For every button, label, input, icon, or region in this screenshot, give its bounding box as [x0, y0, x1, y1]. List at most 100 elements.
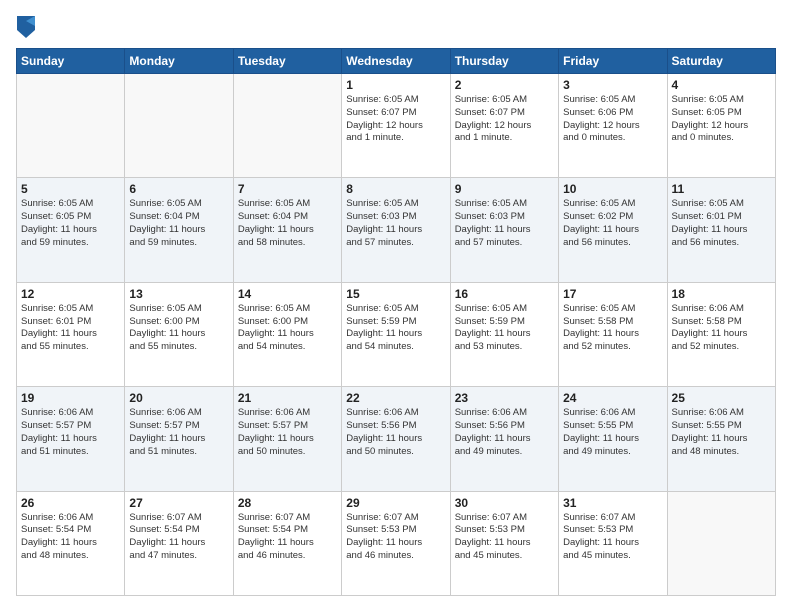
header: [16, 16, 776, 38]
day-info: Sunrise: 6:05 AMSunset: 6:03 PMDaylight:…: [346, 198, 445, 249]
day-number: 15: [346, 287, 445, 301]
day-number: 5: [21, 182, 120, 196]
calendar-cell: 5 Sunrise: 6:05 AMSunset: 6:05 PMDaylight…: [17, 178, 125, 282]
calendar-cell: 7 Sunrise: 6:05 AMSunset: 6:04 PMDaylight…: [233, 178, 341, 282]
calendar-cell: 28 Sunrise: 6:07 AMSunset: 5:54 PMDayligh…: [233, 491, 341, 595]
day-info: Sunrise: 6:06 AMSunset: 5:56 PMDaylight:…: [455, 407, 554, 458]
day-info: Sunrise: 6:05 AMSunset: 6:05 PMDaylight:…: [21, 198, 120, 249]
calendar-cell: 27 Sunrise: 6:07 AMSunset: 5:54 PMDayligh…: [125, 491, 233, 595]
day-number: 26: [21, 496, 120, 510]
calendar-cell: [125, 74, 233, 178]
day-number: 21: [238, 391, 337, 405]
calendar-week-row: 5 Sunrise: 6:05 AMSunset: 6:05 PMDaylight…: [17, 178, 776, 282]
day-info: Sunrise: 6:05 AMSunset: 5:59 PMDaylight:…: [455, 303, 554, 354]
calendar-cell: 29 Sunrise: 6:07 AMSunset: 5:53 PMDayligh…: [342, 491, 450, 595]
day-info: Sunrise: 6:06 AMSunset: 5:57 PMDaylight:…: [129, 407, 228, 458]
day-info: Sunrise: 6:07 AMSunset: 5:54 PMDaylight:…: [129, 512, 228, 563]
day-info: Sunrise: 6:05 AMSunset: 6:00 PMDaylight:…: [129, 303, 228, 354]
logo: [16, 16, 35, 38]
calendar-cell: 18Sunrise: 6:06 AMSunset: 5:58 PMDayligh…: [667, 282, 775, 386]
day-number: 20: [129, 391, 228, 405]
calendar-cell: 26 Sunrise: 6:06 AMSunset: 5:54 PMDayligh…: [17, 491, 125, 595]
day-number: 23: [455, 391, 554, 405]
day-number: 27: [129, 496, 228, 510]
calendar-week-row: 26 Sunrise: 6:06 AMSunset: 5:54 PMDayligh…: [17, 491, 776, 595]
calendar-week-row: 19 Sunrise: 6:06 AMSunset: 5:57 PMDayligh…: [17, 387, 776, 491]
calendar-cell: 21Sunrise: 6:06 AMSunset: 5:57 PMDayligh…: [233, 387, 341, 491]
calendar-cell: 13 Sunrise: 6:05 AMSunset: 6:00 PMDayligh…: [125, 282, 233, 386]
weekday-header-wednesday: Wednesday: [342, 49, 450, 74]
calendar-cell: 25 Sunrise: 6:06 AMSunset: 5:55 PMDayligh…: [667, 387, 775, 491]
weekday-header-sunday: Sunday: [17, 49, 125, 74]
calendar-cell: 1 Sunrise: 6:05 AMSunset: 6:07 PMDaylight…: [342, 74, 450, 178]
day-info: Sunrise: 6:05 AMSunset: 6:05 PMDaylight:…: [672, 94, 771, 145]
calendar-cell: [17, 74, 125, 178]
weekday-header-row: SundayMondayTuesdayWednesdayThursdayFrid…: [17, 49, 776, 74]
calendar-cell: 4 Sunrise: 6:05 AMSunset: 6:05 PMDaylight…: [667, 74, 775, 178]
day-number: 28: [238, 496, 337, 510]
day-info: Sunrise: 6:06 AMSunset: 5:57 PMDaylight:…: [21, 407, 120, 458]
calendar-cell: 3 Sunrise: 6:05 AMSunset: 6:06 PMDaylight…: [559, 74, 667, 178]
day-info: Sunrise: 6:05 AMSunset: 6:04 PMDaylight:…: [129, 198, 228, 249]
day-info: Sunrise: 6:06 AMSunset: 5:55 PMDaylight:…: [563, 407, 662, 458]
day-info: Sunrise: 6:05 AMSunset: 6:00 PMDaylight:…: [238, 303, 337, 354]
calendar-cell: 30 Sunrise: 6:07 AMSunset: 5:53 PMDayligh…: [450, 491, 558, 595]
calendar-cell: 31 Sunrise: 6:07 AMSunset: 5:53 PMDayligh…: [559, 491, 667, 595]
day-info: Sunrise: 6:05 AMSunset: 6:06 PMDaylight:…: [563, 94, 662, 145]
day-info: Sunrise: 6:05 AMSunset: 6:07 PMDaylight:…: [455, 94, 554, 145]
calendar-cell: 11 Sunrise: 6:05 AMSunset: 6:01 PMDayligh…: [667, 178, 775, 282]
day-info: Sunrise: 6:05 AMSunset: 6:07 PMDaylight:…: [346, 94, 445, 145]
day-number: 13: [129, 287, 228, 301]
day-info: Sunrise: 6:05 AMSunset: 6:01 PMDaylight:…: [672, 198, 771, 249]
day-number: 24: [563, 391, 662, 405]
day-info: Sunrise: 6:07 AMSunset: 5:53 PMDaylight:…: [563, 512, 662, 563]
calendar-cell: 14 Sunrise: 6:05 AMSunset: 6:00 PMDayligh…: [233, 282, 341, 386]
day-info: Sunrise: 6:05 AMSunset: 5:59 PMDaylight:…: [346, 303, 445, 354]
day-number: 3: [563, 78, 662, 92]
calendar-week-row: 1 Sunrise: 6:05 AMSunset: 6:07 PMDaylight…: [17, 74, 776, 178]
calendar-table: SundayMondayTuesdayWednesdayThursdayFrid…: [16, 48, 776, 596]
day-number: 6: [129, 182, 228, 196]
day-number: 7: [238, 182, 337, 196]
day-info: Sunrise: 6:07 AMSunset: 5:53 PMDaylight:…: [455, 512, 554, 563]
day-number: 14: [238, 287, 337, 301]
day-number: 30: [455, 496, 554, 510]
day-number: 2: [455, 78, 554, 92]
calendar-cell: 8 Sunrise: 6:05 AMSunset: 6:03 PMDaylight…: [342, 178, 450, 282]
day-info: Sunrise: 6:07 AMSunset: 5:54 PMDaylight:…: [238, 512, 337, 563]
calendar-cell: 6 Sunrise: 6:05 AMSunset: 6:04 PMDaylight…: [125, 178, 233, 282]
day-number: 19: [21, 391, 120, 405]
day-info: Sunrise: 6:05 AMSunset: 6:03 PMDaylight:…: [455, 198, 554, 249]
weekday-header-thursday: Thursday: [450, 49, 558, 74]
day-number: 1: [346, 78, 445, 92]
calendar-cell: [233, 74, 341, 178]
day-number: 16: [455, 287, 554, 301]
calendar-cell: 10Sunrise: 6:05 AMSunset: 6:02 PMDayligh…: [559, 178, 667, 282]
calendar-cell: 24 Sunrise: 6:06 AMSunset: 5:55 PMDayligh…: [559, 387, 667, 491]
day-number: 31: [563, 496, 662, 510]
calendar-cell: 22Sunrise: 6:06 AMSunset: 5:56 PMDayligh…: [342, 387, 450, 491]
day-info: Sunrise: 6:07 AMSunset: 5:53 PMDaylight:…: [346, 512, 445, 563]
day-number: 4: [672, 78, 771, 92]
day-number: 29: [346, 496, 445, 510]
calendar-cell: 15 Sunrise: 6:05 AMSunset: 5:59 PMDayligh…: [342, 282, 450, 386]
day-info: Sunrise: 6:06 AMSunset: 5:55 PMDaylight:…: [672, 407, 771, 458]
calendar-cell: 2 Sunrise: 6:05 AMSunset: 6:07 PMDaylight…: [450, 74, 558, 178]
day-number: 8: [346, 182, 445, 196]
day-info: Sunrise: 6:06 AMSunset: 5:54 PMDaylight:…: [21, 512, 120, 563]
weekday-header-saturday: Saturday: [667, 49, 775, 74]
calendar-cell: 9Sunrise: 6:05 AMSunset: 6:03 PMDaylight…: [450, 178, 558, 282]
day-number: 17: [563, 287, 662, 301]
day-info: Sunrise: 6:05 AMSunset: 6:04 PMDaylight:…: [238, 198, 337, 249]
day-number: 22: [346, 391, 445, 405]
day-info: Sunrise: 6:05 AMSunset: 6:01 PMDaylight:…: [21, 303, 120, 354]
day-number: 11: [672, 182, 771, 196]
day-number: 12: [21, 287, 120, 301]
calendar-cell: [667, 491, 775, 595]
calendar-cell: 16 Sunrise: 6:05 AMSunset: 5:59 PMDayligh…: [450, 282, 558, 386]
weekday-header-monday: Monday: [125, 49, 233, 74]
day-number: 25: [672, 391, 771, 405]
weekday-header-tuesday: Tuesday: [233, 49, 341, 74]
calendar-cell: 17Sunrise: 6:05 AMSunset: 5:58 PMDayligh…: [559, 282, 667, 386]
calendar-week-row: 12 Sunrise: 6:05 AMSunset: 6:01 PMDayligh…: [17, 282, 776, 386]
